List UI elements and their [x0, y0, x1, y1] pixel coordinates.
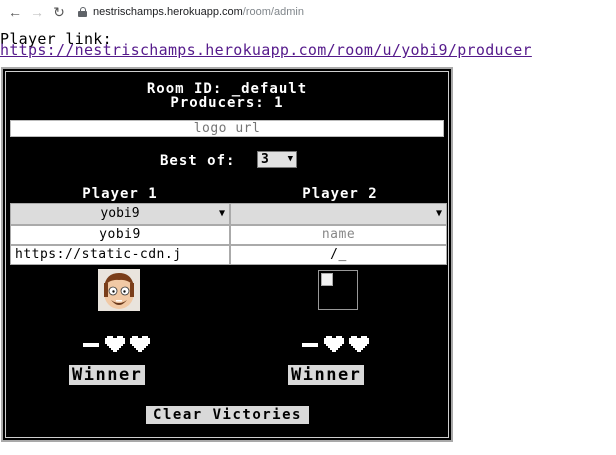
best-of-select[interactable]: 3 ▼ — [257, 151, 297, 168]
player-1-heading: Player 1 — [82, 186, 158, 202]
player-link[interactable]: https://nestrischamps.herokuapp.com/room… — [0, 42, 532, 58]
heart-icon — [130, 336, 150, 352]
player-2-victories — [302, 336, 374, 354]
player-2-name-field[interactable]: name — [230, 225, 447, 245]
best-of-value: 3 — [261, 152, 269, 167]
best-of-label: Best of: — [160, 153, 236, 169]
broken-image-icon — [321, 273, 333, 286]
reload-icon[interactable]: ↻ — [52, 5, 66, 19]
clear-victories-button[interactable]: Clear Victories — [146, 406, 309, 424]
forward-arrow-icon[interactable]: → — [30, 5, 44, 19]
player-1-avatar-url-field[interactable]: https://static-cdn.j — [10, 245, 230, 265]
lock-icon — [78, 7, 87, 17]
room-id: Room ID: _default — [146, 81, 308, 97]
player-2-select[interactable]: ▼ — [230, 203, 447, 225]
player-1-winner-button[interactable]: Winner — [69, 365, 146, 385]
player-2-heading: Player 2 — [302, 186, 378, 202]
heart-icon — [349, 336, 369, 352]
chevron-down-icon: ▼ — [435, 208, 442, 219]
browser-toolbar: ← → ↻ nestrischamps.herokuapp.com/room/a… — [0, 0, 616, 24]
producers-count: Producers: 1 — [170, 95, 284, 111]
player-1-avatar — [98, 269, 140, 311]
minus-icon[interactable] — [302, 343, 318, 347]
logo-url-input[interactable] — [10, 120, 444, 137]
chevron-down-icon: ▼ — [218, 208, 225, 219]
player-2-avatar — [318, 270, 358, 310]
chevron-down-icon: ▼ — [287, 154, 293, 164]
player-2-winner-button[interactable]: Winner — [288, 365, 365, 385]
minus-icon[interactable] — [83, 343, 99, 347]
back-arrow-icon[interactable]: ← — [8, 5, 22, 19]
player-1-name-field[interactable]: yobi9 — [10, 225, 230, 245]
player-1-victories — [83, 336, 155, 354]
url-host: nestrischamps.herokuapp.com — [93, 6, 243, 18]
player-2-avatar-url-field[interactable]: /_ — [230, 245, 447, 265]
address-bar[interactable]: nestrischamps.herokuapp.com/room/admin — [78, 6, 304, 18]
player-1-selected: yobi9 — [100, 206, 140, 221]
admin-panel: Room ID: _default Producers: 1 Best of: … — [1, 67, 453, 442]
player-1-select[interactable]: yobi9 ▼ — [10, 203, 230, 225]
url-path: /room/admin — [242, 6, 304, 18]
heart-icon — [105, 336, 125, 352]
heart-icon — [324, 336, 344, 352]
